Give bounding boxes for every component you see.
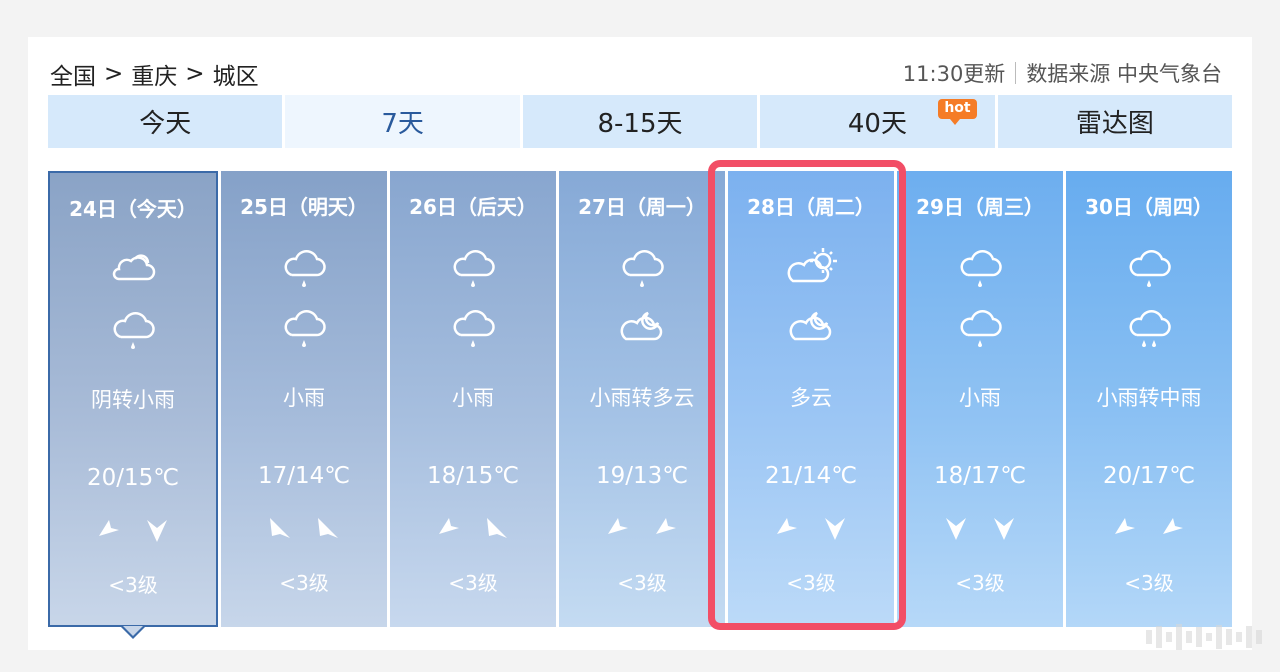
day-date: 30日（周四） — [1085, 195, 1213, 219]
wind-level: <3级 — [108, 573, 158, 597]
wind-directions — [559, 514, 725, 542]
rain-icon — [960, 250, 1002, 287]
wind-direction-icon — [656, 518, 676, 534]
day-card[interactable]: 30日（周四） 小雨转中雨 20/17℃ <3级 — [1066, 171, 1232, 627]
day-card[interactable]: 29日（周三） 小雨 18/17℃ <3级 — [897, 171, 1063, 627]
weather-description: 小雨转多云 — [589, 386, 695, 410]
wind-direction-icon — [439, 518, 459, 534]
wind-directions — [50, 516, 216, 544]
wind-direction-icon — [99, 520, 119, 536]
rain-icon — [960, 310, 1002, 347]
day-date: 27日（周一） — [578, 195, 706, 219]
day-card[interactable]: 27日（周一） 小雨转多云 19/13℃ <3级 — [559, 171, 725, 627]
breadcrumb-separator: > — [104, 61, 124, 87]
rain-icon — [453, 310, 495, 347]
rain-icon — [453, 250, 495, 287]
wind-direction-icon — [608, 518, 628, 534]
tab-8-15-days[interactable]: 8-15天 — [522, 95, 758, 148]
breadcrumb-district[interactable]: 城区 — [213, 57, 259, 91]
temperature-range: 19/13℃ — [595, 463, 689, 489]
day-card[interactable]: 28日（周二） 多云 21/14℃ <3级 — [728, 171, 894, 627]
hot-badge: hot — [938, 99, 977, 125]
tab-label: 7天 — [381, 109, 424, 139]
data-source: 数据来源 中央气象台 — [1026, 62, 1222, 86]
tab-today[interactable]: 今天 — [48, 95, 283, 148]
wind-directions — [390, 514, 556, 542]
wind-direction-icon — [270, 518, 290, 538]
wind-directions — [221, 514, 387, 542]
tab-7-days[interactable]: 7天 — [285, 95, 520, 148]
watermark — [962, 622, 1262, 652]
wind-direction-icon — [1163, 518, 1183, 534]
partly-cloudy-night-icon — [789, 311, 832, 341]
wind-level: <3级 — [786, 571, 836, 595]
weather-panel: 全国 > 重庆 > 城区 11:30更新 数据来源 中央气象台 今天 7天 8-… — [28, 37, 1252, 650]
rain-icon — [113, 312, 155, 349]
rain-icon — [284, 310, 326, 347]
wind-direction-icon — [777, 518, 797, 534]
temperature-range: 20/15℃ — [86, 465, 180, 491]
tab-40-days[interactable]: 40天 hot — [760, 95, 995, 148]
meta-divider — [1015, 62, 1017, 84]
temperature-range: 18/17℃ — [933, 463, 1027, 489]
update-time: 11:30更新 — [902, 62, 1006, 86]
temperature-range: 21/14℃ — [764, 463, 858, 489]
day-card[interactable]: 25日（明天） 小雨 17/14℃ <3级 — [221, 171, 387, 627]
wind-direction-icon — [946, 518, 966, 540]
wind-directions — [728, 514, 894, 542]
wind-direction-icon — [318, 518, 338, 538]
breadcrumb-separator: > — [185, 61, 205, 87]
update-meta: 11:30更新 数据来源 中央气象台 — [903, 58, 1222, 88]
tab-label: 40天 — [847, 109, 907, 139]
weather-description: 小雨 — [283, 386, 325, 410]
temperature-range: 17/14℃ — [257, 463, 351, 489]
weather-description: 小雨 — [959, 386, 1001, 410]
breadcrumb: 全国 > 重庆 > 城区 — [50, 57, 259, 91]
daily-forecast: 24日（今天） 阴转小雨 20/15℃ <3级 25日（明天） 小雨 17/14… — [48, 171, 1232, 639]
temperature-range: 18/15℃ — [426, 463, 520, 489]
wind-level: <3级 — [955, 571, 1005, 595]
wind-direction-icon — [994, 518, 1014, 540]
wind-directions — [1066, 514, 1232, 542]
wind-level: <3级 — [448, 571, 498, 595]
temperature-range: 20/17℃ — [1102, 463, 1196, 489]
wind-direction-icon — [1115, 518, 1135, 534]
wind-direction-icon — [487, 518, 507, 538]
partly-cloudy-night-icon — [620, 311, 663, 341]
day-card[interactable]: 26日（后天） 小雨 18/15℃ <3级 — [390, 171, 556, 627]
wind-level: <3级 — [1124, 571, 1174, 595]
rain-icon — [1129, 250, 1171, 287]
day-card[interactable]: 24日（今天） 阴转小雨 20/15℃ <3级 — [48, 171, 218, 639]
tab-label: 8-15天 — [597, 109, 683, 139]
weather-description: 小雨转中雨 — [1096, 386, 1202, 410]
day-date: 24日（今天） — [69, 197, 197, 221]
wind-directions — [897, 514, 1063, 542]
tab-label: 雷达图 — [1075, 109, 1154, 139]
tab-label: 今天 — [139, 109, 192, 139]
breadcrumb-city[interactable]: 重庆 — [131, 57, 177, 91]
weather-description: 多云 — [790, 386, 832, 410]
wind-level: <3级 — [279, 571, 329, 595]
selected-pointer — [121, 626, 145, 639]
wind-direction-icon — [825, 518, 845, 540]
cloudy-icon — [112, 254, 156, 281]
forecast-tabs: 今天 7天 8-15天 40天 hot 雷达图 — [48, 95, 1233, 148]
rain-icon — [622, 250, 664, 287]
wind-level: <3级 — [617, 571, 667, 595]
partly-cloudy-day-icon — [787, 248, 837, 283]
weather-description: 小雨 — [452, 386, 494, 410]
wind-direction-icon — [147, 520, 167, 542]
weather-description: 阴转小雨 — [91, 388, 175, 412]
rain-icon — [284, 250, 326, 287]
day-date: 29日（周三） — [916, 195, 1044, 219]
top-bar: 全国 > 重庆 > 城区 11:30更新 数据来源 中央气象台 — [28, 37, 1252, 99]
day-date: 28日（周二） — [747, 195, 875, 219]
day-date: 25日（明天） — [240, 195, 368, 219]
breadcrumb-country[interactable]: 全国 — [50, 57, 96, 91]
tab-radar[interactable]: 雷达图 — [997, 95, 1233, 148]
day-date: 26日（后天） — [409, 195, 537, 219]
moderate-rain-icon — [1129, 310, 1171, 347]
